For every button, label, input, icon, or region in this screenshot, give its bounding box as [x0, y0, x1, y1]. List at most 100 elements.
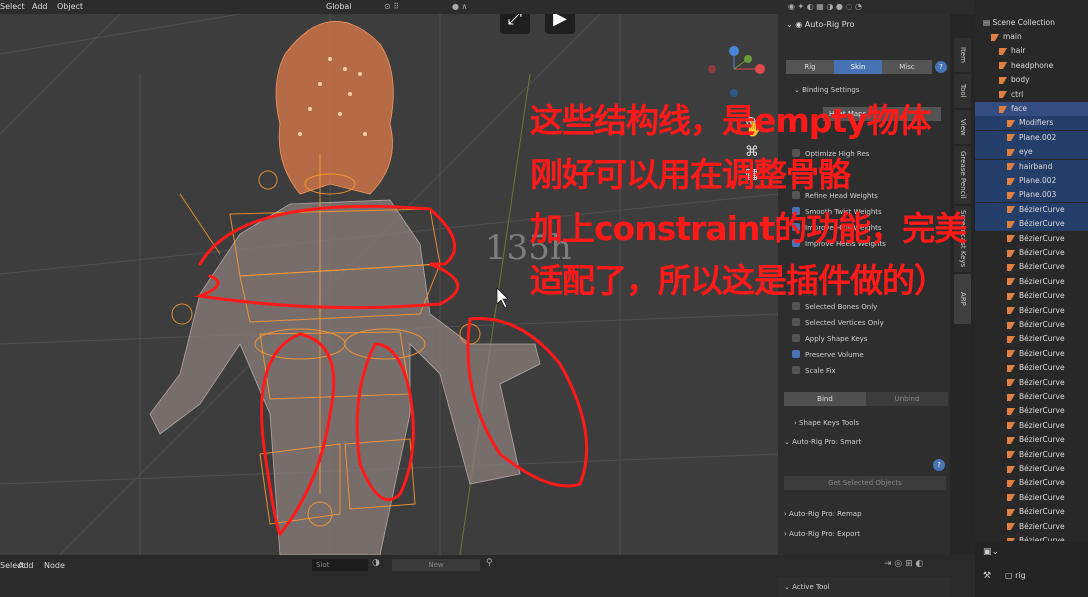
editor-type-icon[interactable]: ▣⌄ [983, 547, 999, 557]
outliner-item[interactable]: BézierCurve [975, 332, 1088, 346]
node-menu-node[interactable]: Node [44, 561, 65, 570]
properties-header: ▣⌄ ⚒ ▢ rig [975, 541, 1088, 597]
binding-settings-header[interactable]: ⌄ Binding Settings [794, 86, 859, 94]
get-selected-objects-button[interactable]: Get Selected Objects [784, 476, 946, 490]
outliner-item[interactable]: hair [975, 44, 1088, 58]
panel-title: Auto-Rig Pro [804, 20, 855, 29]
option-apply-shape-keys[interactable]: Apply Shape Keys [792, 334, 942, 347]
outliner-item[interactable]: BézierCurve [975, 318, 1088, 332]
outliner-item[interactable]: BézierCurve [975, 347, 1088, 361]
tab-rig[interactable]: Rig [786, 60, 834, 74]
outliner-item[interactable]: BézierCurve [975, 275, 1088, 289]
new-material-button[interactable]: New [392, 559, 480, 571]
outliner-item[interactable]: BézierCurve [975, 217, 1088, 232]
outliner-item[interactable]: BézierCurve [975, 361, 1088, 375]
outliner-item[interactable]: Plane.003 [975, 188, 1088, 203]
unbind-button[interactable]: Unbind [866, 392, 948, 406]
tab-arp[interactable]: ARP [954, 274, 971, 324]
rig-object-label: ▢ rig [1005, 571, 1026, 580]
active-tool-header[interactable]: ⌄ Active Tool [778, 577, 950, 597]
outliner-item[interactable]: BézierCurve [975, 534, 1088, 541]
outliner-item-label: BézierCurve [1019, 449, 1065, 459]
tab-grease-pencil[interactable]: Grease Pencil [954, 146, 971, 204]
checkbox[interactable] [792, 318, 800, 326]
outliner-item[interactable]: face [975, 102, 1088, 116]
option-preserve-volume[interactable]: Preserve Volume [792, 350, 942, 363]
tab-item[interactable]: Item [954, 38, 971, 72]
pin-icon[interactable]: ⚲ [486, 558, 493, 568]
outliner-item[interactable]: hairband [975, 159, 1088, 174]
outliner-item[interactable]: BézierCurve [975, 304, 1088, 318]
node-menu-add[interactable]: Add [18, 561, 34, 570]
object-icon [999, 47, 1007, 55]
object-icon [1007, 422, 1015, 430]
screen-capture-icon[interactable]: ▶ [545, 14, 575, 34]
help-icon[interactable]: ? [935, 61, 947, 73]
slot-dropdown[interactable]: Slot [312, 559, 368, 571]
outliner-item[interactable]: BézierCurve [975, 232, 1088, 246]
node-header-icons[interactable]: ⇥ ◎ ⊞ ◐ [884, 559, 923, 569]
smart-help-icon[interactable]: ? [933, 459, 945, 471]
scene-collection[interactable]: ▤ Scene Collection [975, 16, 1088, 30]
outliner-item[interactable]: BézierCurve [975, 520, 1088, 534]
object-icon [1007, 307, 1015, 315]
outliner-item[interactable]: BézierCurve [975, 491, 1088, 505]
wrench-icon[interactable]: ⚒ [983, 571, 991, 581]
outliner-item[interactable]: BézierCurve [975, 390, 1088, 404]
outliner-item[interactable]: BézierCurve [975, 476, 1088, 490]
checkbox[interactable] [792, 334, 800, 342]
outliner-item[interactable]: BézierCurve [975, 419, 1088, 433]
bind-button[interactable]: Bind [784, 392, 866, 406]
panel-header[interactable]: ⌄ ◉ Auto-Rig Pro [786, 18, 946, 32]
outliner-item[interactable]: Plane.002 [975, 130, 1088, 145]
outliner-item[interactable]: BézierCurve [975, 289, 1088, 303]
fullscreen-icon[interactable]: ⤢ [500, 14, 530, 34]
object-icon [1007, 465, 1015, 473]
option-label: Scale Fix [805, 367, 836, 375]
outliner-item-label: main [1003, 32, 1022, 41]
outliner-item[interactable]: main [975, 30, 1088, 44]
menu-object[interactable]: Object [57, 2, 83, 11]
outliner-item[interactable]: BézierCurve [975, 376, 1088, 390]
tab-view[interactable]: View [954, 110, 971, 144]
outliner-item[interactable]: headphone [975, 59, 1088, 73]
outliner-item[interactable]: BézierCurve [975, 505, 1088, 519]
proportional-icon[interactable]: ● ∧ [452, 2, 467, 11]
outliner-item[interactable]: BézierCurve [975, 260, 1088, 274]
remap-header[interactable]: › Auto-Rig Pro: Remap [784, 510, 862, 518]
snap-icon[interactable]: ⊙ ⠿ [384, 2, 399, 11]
option-selected-vertices[interactable]: Selected Vertices Only [792, 318, 942, 331]
object-icon [1007, 235, 1015, 243]
option-selected-bones[interactable]: Selected Bones Only [792, 302, 942, 315]
outliner-item[interactable]: ctrl [975, 88, 1088, 102]
material-icon[interactable]: ◑ [372, 558, 380, 568]
outliner-item[interactable]: BézierCurve [975, 448, 1088, 462]
outliner-item[interactable]: Modifiers [975, 116, 1088, 131]
outliner-item[interactable]: BézierCurve [975, 404, 1088, 418]
outliner-item[interactable]: Plane.002 [975, 174, 1088, 188]
orientation-dropdown[interactable]: Global [326, 2, 352, 11]
visibility-icons[interactable]: ◉ ✦ ◐ ▦ ◑ ● ◌ ◔ [788, 2, 862, 11]
checkbox[interactable] [792, 350, 800, 358]
tab-misc[interactable]: Misc [882, 60, 932, 74]
outliner-item[interactable]: BézierCurve [975, 433, 1088, 447]
object-icon [1007, 364, 1015, 372]
outliner-item[interactable]: BézierCurve [975, 202, 1088, 217]
checkbox[interactable] [792, 366, 800, 374]
option-scale-fix[interactable]: Scale Fix [792, 366, 942, 379]
outliner-item[interactable]: eye [975, 145, 1088, 160]
outliner-item[interactable]: BézierCurve [975, 462, 1088, 476]
shape-keys-tools-header[interactable]: › Shape Keys Tools [794, 419, 859, 427]
menu-select[interactable]: Select [0, 2, 25, 11]
outliner-item[interactable]: body [975, 73, 1088, 87]
checkbox[interactable] [792, 302, 800, 310]
navigation-gizmo [708, 46, 765, 97]
smart-header[interactable]: ⌄ Auto-Rig Pro: Smart [784, 438, 861, 446]
menu-add[interactable]: Add [32, 2, 48, 11]
tab-tool[interactable]: Tool [954, 74, 971, 108]
object-icon [1007, 134, 1015, 142]
outliner-item[interactable]: BézierCurve [975, 246, 1088, 260]
outliner-item-label: BézierCurve [1019, 521, 1065, 531]
tab-skin[interactable]: Skin [834, 60, 882, 74]
export-header[interactable]: › Auto-Rig Pro: Export [784, 530, 860, 538]
